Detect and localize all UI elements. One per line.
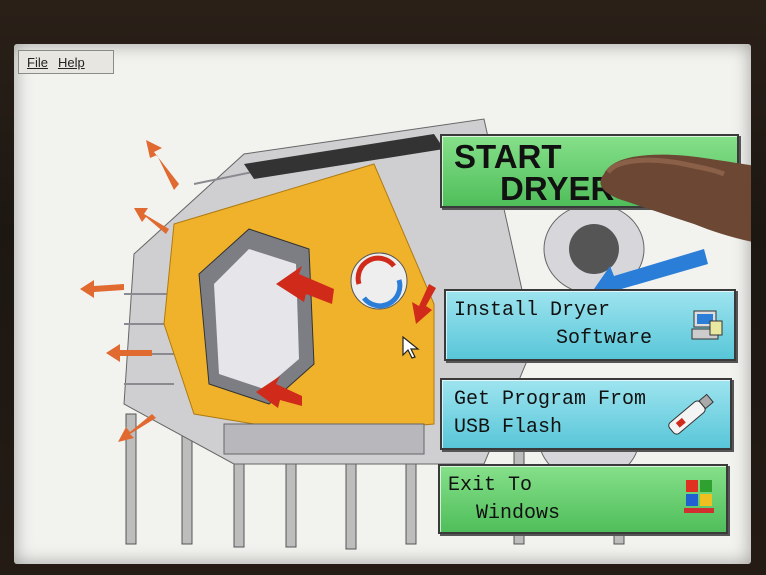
mouse-pointer-icon <box>402 336 420 359</box>
install-dryer-software-button[interactable]: Install Dryer Software <box>444 289 736 361</box>
computer-install-icon <box>691 310 723 340</box>
get-program-usb-button[interactable]: Get Program From USB Flash <box>440 378 732 450</box>
usb-flash-icon <box>668 393 714 435</box>
usb-button-line2: USB Flash <box>454 416 563 439</box>
usb-button-line1: Get Program From <box>454 388 647 411</box>
help-menu[interactable]: Help <box>58 55 85 70</box>
windows-logo-icon <box>684 480 714 513</box>
application-screen: File Help START DRYER Install Dryer Soft… <box>14 44 751 564</box>
exit-button-line2: Windows <box>476 502 561 525</box>
install-button-line1: Install Dryer <box>454 299 611 322</box>
exit-to-windows-button[interactable]: Exit To Windows <box>438 464 728 534</box>
install-button-line2: Software <box>556 327 653 350</box>
menu-bar: File Help <box>18 50 114 74</box>
pointing-finger <box>600 154 751 242</box>
exit-button-line1: Exit To <box>448 474 533 497</box>
file-menu[interactable]: File <box>27 55 48 70</box>
